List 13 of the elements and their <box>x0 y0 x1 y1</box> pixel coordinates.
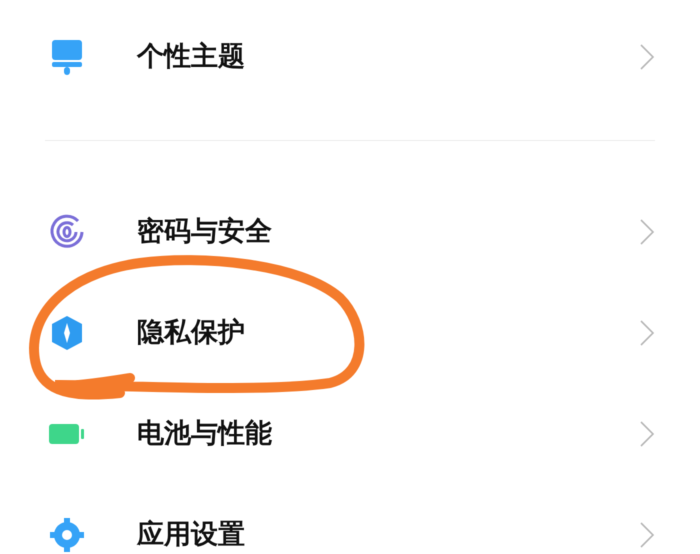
chevron-icon <box>639 420 655 448</box>
settings-item[interactable]: 密码与安全 <box>0 181 700 282</box>
chevron-icon <box>639 218 655 246</box>
chevron-icon <box>639 520 655 548</box>
settings-item[interactable]: 应用设置 <box>0 484 700 554</box>
chevron-icon <box>639 318 655 346</box>
settings-item[interactable]: 隐私保护 <box>0 282 700 383</box>
chevron-icon <box>639 42 655 70</box>
battery-icon <box>49 424 84 444</box>
fingerprint-icon <box>50 214 84 248</box>
settings-item[interactable]: 电池与性能 <box>0 383 700 484</box>
settings-item[interactable]: 个性主题 <box>0 6 700 107</box>
shield-icon <box>52 316 82 350</box>
